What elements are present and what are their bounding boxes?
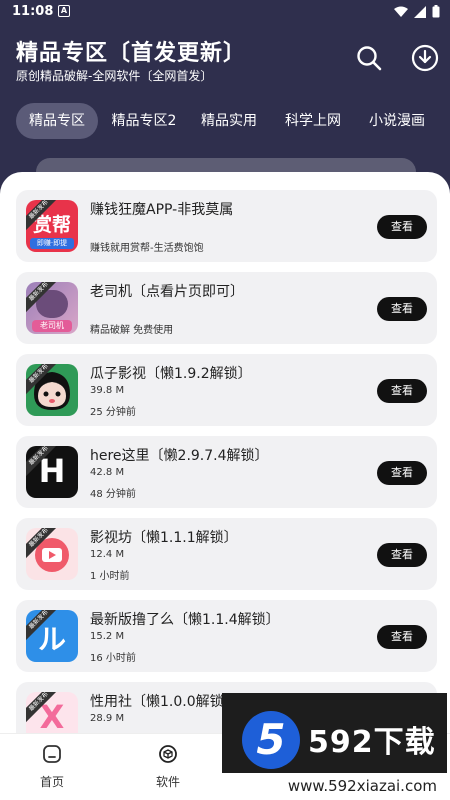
app-card[interactable]: 老司机 最新发布 老司机〔点看片页即可〕 精品破解 免费使用 查看 bbox=[16, 272, 437, 344]
search-button[interactable] bbox=[353, 42, 385, 74]
app-card[interactable]: 最新发布 影视坊〔懒1.1.1解锁〕 12.4 M 1 小时前 查看 bbox=[16, 518, 437, 590]
app-icon: 最新发布 bbox=[26, 364, 78, 416]
battery-icon bbox=[432, 5, 440, 18]
app-name: here这里〔懒2.9.7.4解锁〕 bbox=[90, 448, 269, 464]
tab-featured[interactable]: 精品专区 bbox=[16, 103, 98, 139]
app-icon: ル 最新发布 bbox=[26, 610, 78, 662]
search-icon bbox=[357, 46, 382, 71]
app-name: 性用社〔懒1.0.0解锁〕 bbox=[90, 694, 238, 710]
app-icon: 赏帮 即赚·即提 最新发布 bbox=[26, 200, 78, 252]
app-size: 15.2 M bbox=[90, 631, 125, 642]
app-name: 瓜子影视〔懒1.9.2解锁〕 bbox=[90, 366, 252, 382]
nav-home-label: 首页 bbox=[39, 775, 64, 789]
app-card[interactable]: H 最新发布 here这里〔懒2.9.7.4解锁〕 42.8 M 48 分钟前 … bbox=[16, 436, 437, 508]
app-card[interactable]: 赏帮 即赚·即提 最新发布 赚钱狂魔APP-非我莫属 赚钱就用赏帮-生活费饱饱 … bbox=[16, 190, 437, 262]
app-updated-time: 25 分钟前 bbox=[90, 407, 136, 418]
status-bar: 11:08 A bbox=[0, 0, 450, 26]
app-description: 赚钱就用赏帮-生活费饱饱 bbox=[90, 243, 204, 254]
view-button[interactable]: 查看 bbox=[377, 379, 427, 403]
app-updated-time: 16 小时前 bbox=[90, 653, 136, 664]
watermark-url: www.592xiazai.com bbox=[222, 773, 447, 800]
app-size: 42.8 M bbox=[90, 467, 125, 478]
notification-a-icon: A bbox=[58, 5, 70, 17]
view-button[interactable]: 查看 bbox=[377, 625, 427, 649]
tab-vpn[interactable]: 科学上网 bbox=[276, 103, 350, 139]
nav-home[interactable]: 首页 bbox=[22, 744, 82, 790]
signal-icon bbox=[414, 5, 426, 18]
view-button[interactable]: 查看 bbox=[377, 543, 427, 567]
cube-icon bbox=[159, 745, 177, 763]
app-icon: 老司机 最新发布 bbox=[26, 282, 78, 334]
home-icon bbox=[43, 745, 61, 763]
wifi-icon bbox=[394, 6, 408, 17]
view-button[interactable]: 查看 bbox=[377, 461, 427, 485]
page-title: 精品专区〔首发更新〕 bbox=[16, 41, 247, 66]
tab-novels-comics[interactable]: 小说漫画 bbox=[360, 103, 434, 139]
download-icon bbox=[411, 44, 439, 72]
site-watermark: 5 592下载 www.592xiazai.com bbox=[222, 693, 447, 800]
status-icons bbox=[394, 5, 440, 18]
download-button[interactable] bbox=[409, 42, 441, 74]
tab-utilities[interactable]: 精品实用 bbox=[192, 103, 266, 139]
tab-featured-2[interactable]: 精品专区2 bbox=[104, 103, 184, 139]
app-updated-time: 1 小时前 bbox=[90, 571, 130, 582]
app-icon-subtext: 即赚·即提 bbox=[30, 238, 74, 249]
app-card[interactable]: 最新发布 瓜子影视〔懒1.9.2解锁〕 39.8 M 25 分钟前 查看 bbox=[16, 354, 437, 426]
app-description: 精品破解 免费使用 bbox=[90, 325, 174, 336]
header: 11:08 A 精品专区〔首发更新〕 原创精品破解-全网软件〔全网首发〕 精品专… bbox=[0, 0, 450, 190]
app-updated-time: 48 分钟前 bbox=[90, 489, 136, 500]
app-card[interactable]: ル 最新发布 最新版撸了么〔懒1.1.4解锁〕 15.2 M 16 小时前 查看 bbox=[16, 600, 437, 672]
watermark-brand: 592下载 bbox=[308, 725, 436, 760]
app-icon-text: 老司机 bbox=[32, 320, 72, 332]
watermark-logo: 5 bbox=[242, 711, 300, 769]
app-icon: 最新发布 bbox=[26, 528, 78, 580]
app-icon: H 最新发布 bbox=[26, 446, 78, 498]
view-button[interactable]: 查看 bbox=[377, 297, 427, 321]
app-name: 老司机〔点看片页即可〕 bbox=[90, 284, 244, 300]
app-name: 最新版撸了么〔懒1.1.4解锁〕 bbox=[90, 612, 280, 628]
status-time: 11:08 bbox=[12, 4, 54, 19]
app-name: 赚钱狂魔APP-非我莫属 bbox=[90, 202, 234, 218]
app-name: 影视坊〔懒1.1.1解锁〕 bbox=[90, 530, 238, 546]
view-button[interactable]: 查看 bbox=[377, 215, 427, 239]
nav-software-label: 软件 bbox=[155, 775, 180, 789]
app-size: 28.9 M bbox=[90, 713, 125, 724]
page-subtitle: 原创精品破解-全网软件〔全网首发〕 bbox=[16, 69, 213, 83]
app-size: 39.8 M bbox=[90, 385, 125, 396]
nav-software[interactable]: 软件 bbox=[138, 744, 198, 790]
category-tabs: 精品专区 精品专区2 精品实用 科学上网 小说漫画 bbox=[0, 103, 450, 141]
app-size: 12.4 M bbox=[90, 549, 125, 560]
